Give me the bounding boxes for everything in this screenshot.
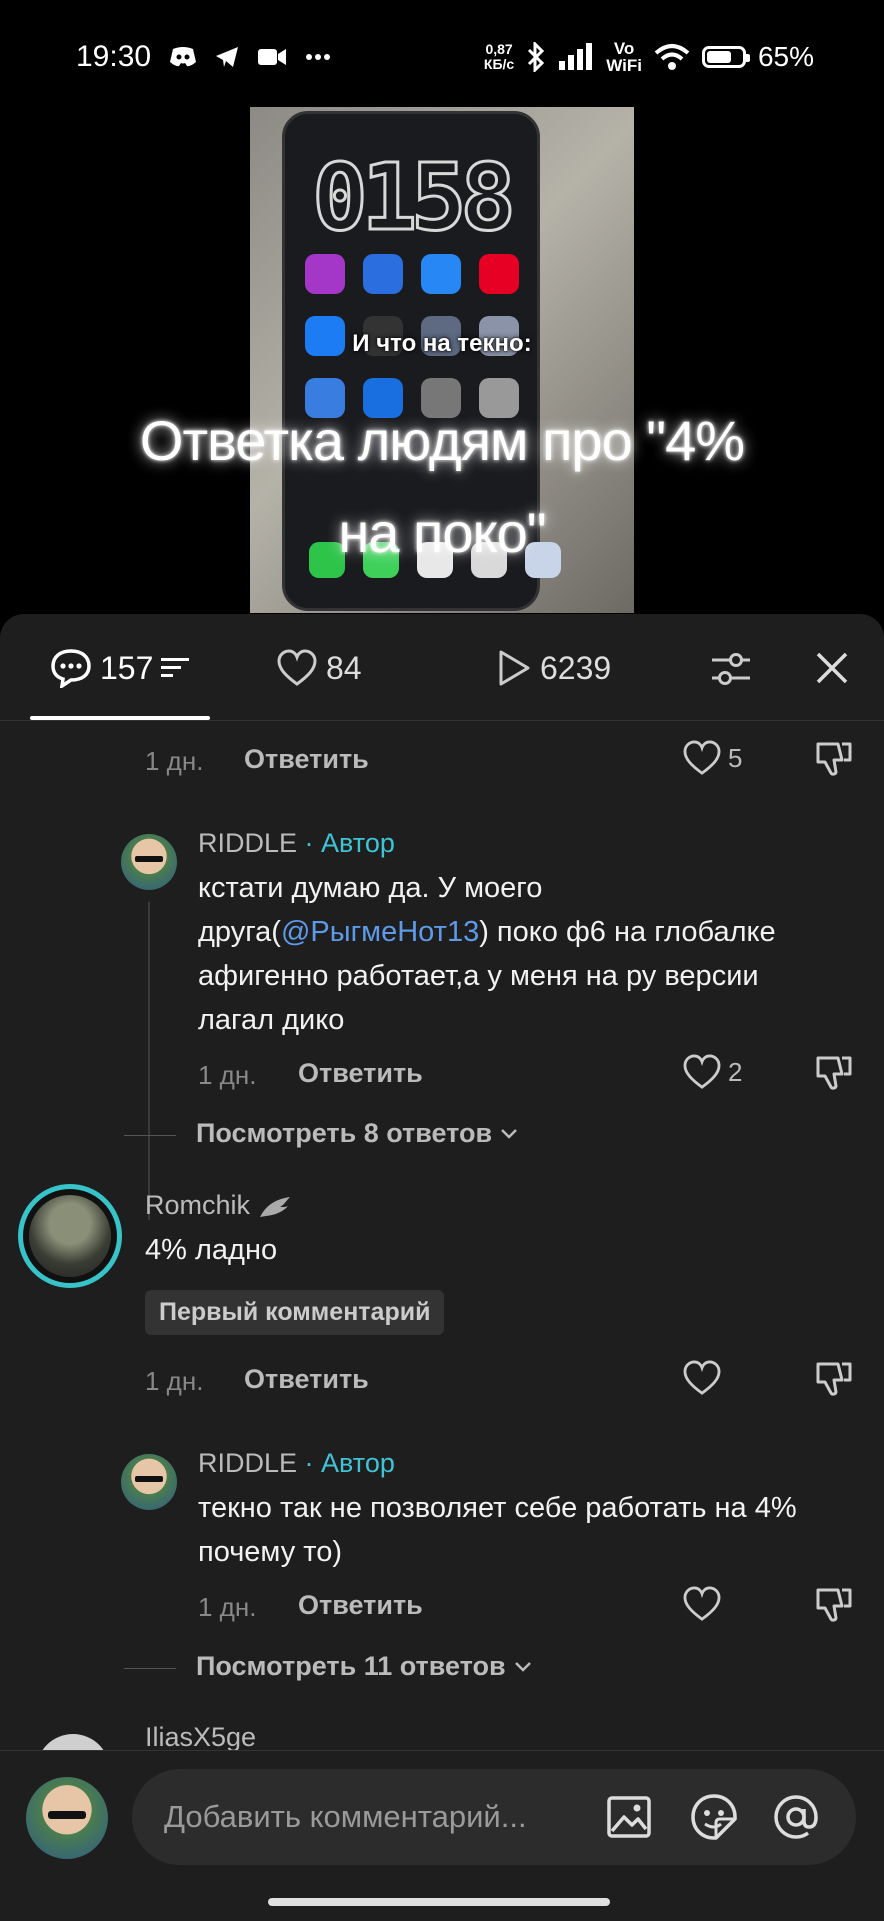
tab-likes[interactable]: 84 [276, 646, 362, 690]
video-title-line-1: Ответка людям про "4% [139, 409, 745, 472]
dislike-icon[interactable] [814, 738, 854, 778]
wing-icon [259, 1196, 290, 1217]
status-left: 19:30 [76, 40, 331, 74]
view-replies-label: Посмотреть 11 ответов [196, 1651, 506, 1681]
comment-time: 1 дн. [145, 1366, 204, 1396]
reply-button[interactable]: Ответить [298, 1058, 423, 1089]
author-name: Romchik [145, 1190, 251, 1220]
like-count: 5 [728, 742, 743, 773]
like-button[interactable]: 5 [682, 740, 742, 776]
net-speed: 0,87 КБ/с [484, 42, 514, 72]
dislike-icon[interactable] [814, 1358, 854, 1398]
comment-author[interactable]: Romchik [145, 1190, 292, 1221]
heart-icon[interactable] [682, 1360, 722, 1396]
filter-sliders-icon[interactable] [710, 650, 752, 690]
thread-line [148, 902, 150, 1220]
discord-icon [170, 47, 197, 67]
views-count: 6239 [540, 649, 612, 686]
video-title-overlay: Ответка людям про "4% на поко" [60, 395, 824, 579]
my-avatar[interactable] [26, 1777, 108, 1859]
reply-button[interactable]: Ответить [298, 1590, 423, 1621]
chevron-down-icon [514, 1661, 531, 1672]
heart-icon [683, 740, 721, 775]
wifi-icon [654, 44, 690, 70]
status-time: 19:30 [76, 40, 152, 73]
view-replies-button[interactable]: Посмотреть 11 ответов [196, 1651, 532, 1682]
emoji-sticker-icon[interactable] [690, 1793, 738, 1841]
comments-sheet: 157 84 6239 1 дн. Ответить 5 RIDDLE · Ав… [0, 614, 884, 1920]
vowifi-indicator: Vo WiFi [606, 40, 642, 74]
avatar[interactable] [18, 1184, 122, 1288]
video-title-line-2: на поко" [338, 501, 546, 564]
reply-button[interactable]: Ответить [244, 1364, 369, 1395]
comment-time: 1 дн. [198, 1060, 257, 1090]
battery-percent: 65% [757, 41, 814, 72]
comments-tabs: 157 84 6239 [0, 614, 884, 721]
view-replies-button[interactable]: Посмотреть 8 ответов [196, 1118, 518, 1149]
comment-bubble-icon [51, 649, 91, 688]
more-dots-icon [306, 54, 331, 60]
video-caption-small: И что на текно: [352, 330, 532, 357]
vowifi-bottom: WiFi [606, 56, 642, 75]
play-icon [499, 650, 530, 686]
app-icon [479, 254, 519, 294]
reply-button[interactable]: Ответить [244, 744, 369, 775]
active-tab-indicator [30, 716, 210, 720]
comment-input[interactable] [162, 1791, 596, 1843]
author-name: RIDDLE [198, 828, 298, 858]
image-icon[interactable] [606, 1795, 652, 1839]
comment-time: 1 дн. [198, 1592, 257, 1622]
comment-text: текно так не позволяет себе работать на … [198, 1492, 797, 1568]
user-mention-link[interactable]: @РыгмеНот13 [281, 916, 479, 948]
battery-icon [701, 46, 750, 68]
status-bar: 19:30 0,87 КБ/с Vo WiFi 65% [0, 0, 884, 110]
author-tag: · Автор [304, 1448, 395, 1478]
comment-composer [0, 1750, 884, 1921]
likes-count: 84 [326, 649, 362, 686]
close-icon[interactable] [812, 648, 852, 688]
comment-input-container[interactable] [132, 1769, 856, 1865]
app-icon [363, 254, 403, 294]
comment-author[interactable]: RIDDLE · Автор [198, 828, 395, 859]
vowifi-top: Vo [613, 39, 635, 58]
like-button[interactable]: 2 [682, 1054, 742, 1090]
comment-time: 1 дн. [145, 746, 204, 776]
comment-text: кстати думаю да. У моего друга(@РыгмеНот… [198, 866, 838, 1042]
tab-views[interactable]: 6239 [496, 646, 611, 690]
first-comment-badge: Первый комментарий [145, 1290, 445, 1335]
author-name: RIDDLE [198, 1448, 298, 1478]
app-icon [305, 254, 345, 294]
divider [124, 1668, 176, 1669]
comment-author[interactable]: RIDDLE · Автор [198, 1448, 395, 1479]
home-indicator[interactable] [268, 1898, 610, 1906]
signal-icon [559, 43, 593, 70]
app-icon [421, 254, 461, 294]
video-camera-icon [258, 49, 287, 65]
comments-count: 157 [100, 649, 154, 686]
heart-icon [683, 1054, 721, 1089]
heart-icon[interactable] [682, 1586, 722, 1622]
net-speed-value: 0,87 [485, 41, 513, 57]
status-right: 0,87 КБ/с Vo WiFi 65% [484, 40, 814, 74]
like-count: 2 [728, 1056, 743, 1087]
avatar[interactable] [121, 834, 177, 890]
telegram-icon [216, 47, 239, 67]
divider [124, 1135, 176, 1136]
comment-author[interactable]: IliasX5ge [145, 1722, 256, 1753]
comment-text: 4% ладно [145, 1234, 278, 1266]
view-replies-label: Посмотреть 8 ответов [196, 1118, 493, 1148]
dislike-icon[interactable] [814, 1052, 854, 1092]
avatar[interactable] [121, 1454, 177, 1510]
mention-at-icon[interactable] [772, 1793, 820, 1841]
net-speed-unit: КБ/с [483, 56, 515, 72]
author-tag: · Автор [304, 828, 395, 858]
chevron-down-icon [501, 1128, 518, 1139]
dislike-icon[interactable] [814, 1584, 854, 1624]
phone-clock: 0158 [311, 143, 518, 253]
sort-icon [161, 658, 190, 677]
heart-icon [277, 649, 317, 686]
tab-comments[interactable]: 157 [50, 646, 190, 690]
bluetooth-icon [528, 42, 545, 72]
